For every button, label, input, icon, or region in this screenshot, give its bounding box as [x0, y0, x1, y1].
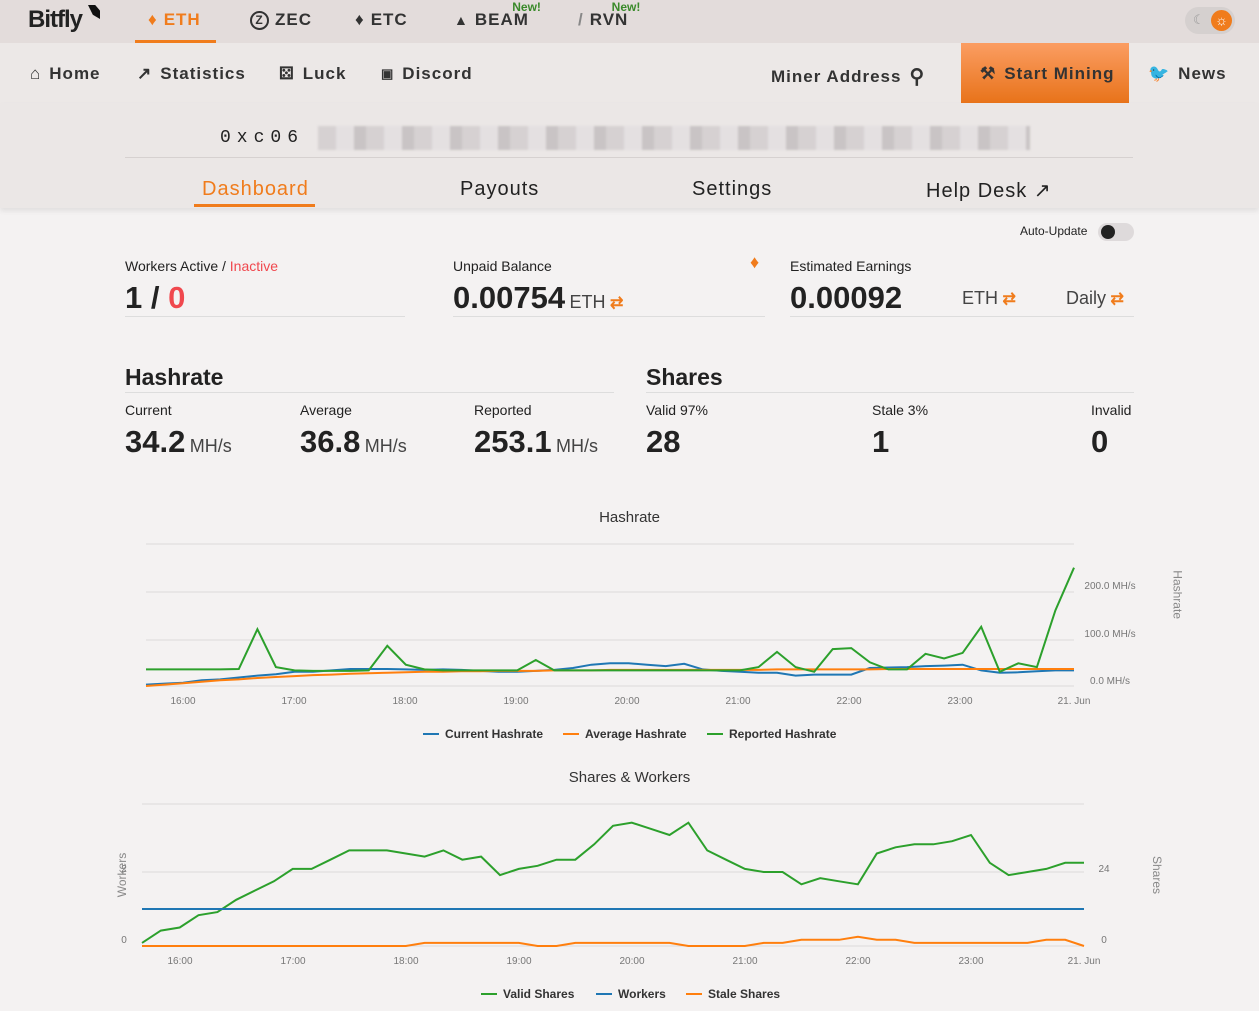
x-tick-label: 17:00	[280, 956, 306, 967]
series-line-average-hashrate	[145, 668, 1074, 687]
series-line-reported-hashrate	[146, 567, 1075, 674]
y-left-axis-title: Workers	[115, 852, 130, 898]
legend-valid-shares[interactable]: Valid Shares	[481, 987, 574, 1001]
legend-current-hashrate[interactable]: Current Hashrate	[423, 727, 543, 741]
y-tick-label: 100.0 MH/s	[1084, 629, 1136, 640]
x-tick-label: 20:00	[619, 956, 645, 967]
x-tick-label: 16:00	[167, 956, 193, 967]
x-tick-label: 18:00	[392, 696, 418, 707]
series-line-current-hashrate	[145, 662, 1074, 686]
series-line-valid-shares	[141, 821, 1084, 944]
x-tick-label: 21:00	[732, 956, 758, 967]
series-line-stale-shares	[142, 935, 1085, 947]
y-right-axis-title: Shares	[1150, 855, 1165, 895]
charts-canvas	[141, 543, 1085, 947]
x-tick-label: 19:00	[506, 956, 532, 967]
x-tick-label: 22:00	[845, 956, 871, 967]
x-tick-label: 23:00	[947, 696, 973, 707]
y-right-tick-label: 0	[1101, 935, 1107, 946]
y-left-tick-label: 0	[121, 935, 127, 946]
legend-average-hashrate[interactable]: Average Hashrate	[563, 727, 687, 741]
x-tick-label: 20:00	[614, 696, 640, 707]
legend-workers[interactable]: Workers	[596, 987, 666, 1001]
x-tick-label: 21:00	[725, 696, 751, 707]
x-tick-label: 23:00	[958, 956, 984, 967]
x-tick-label: 21. Jun	[1057, 696, 1091, 707]
x-tick-label: 19:00	[503, 696, 529, 707]
x-tick-label: 17:00	[281, 696, 307, 707]
y-tick-label: 0.0 MH/s	[1089, 676, 1131, 687]
y-tick-label: 200.0 MH/s	[1084, 581, 1136, 592]
x-tick-label: 22:00	[836, 696, 862, 707]
y-axis-title: Hashrate	[1170, 570, 1185, 619]
legend-stale-shares[interactable]: Stale Shares	[686, 987, 780, 1001]
x-tick-label: 18:00	[393, 956, 419, 967]
y-right-tick-label: 24	[1098, 864, 1110, 875]
legend-reported-hashrate[interactable]: Reported Hashrate	[707, 727, 836, 741]
x-tick-label: 16:00	[170, 696, 196, 707]
x-tick-label: 21. Jun	[1067, 956, 1101, 967]
